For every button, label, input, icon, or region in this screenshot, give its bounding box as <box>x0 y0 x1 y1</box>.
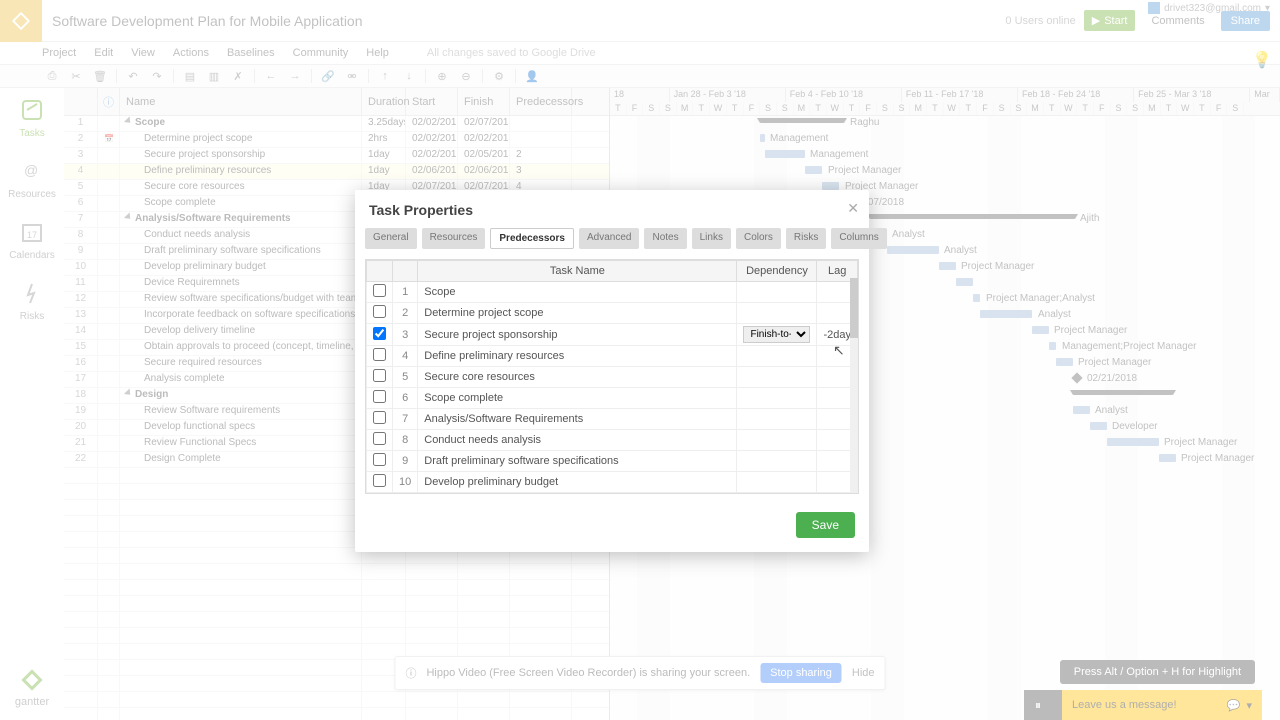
modal-tab-general[interactable]: General <box>365 228 417 249</box>
modal-tab-links[interactable]: Links <box>692 228 731 249</box>
cursor-icon: ↖ <box>833 342 845 359</box>
col-dep: Dependency <box>737 261 817 282</box>
modal-tab-predecessors[interactable]: Predecessors <box>490 228 574 249</box>
row-checkbox[interactable] <box>373 474 386 487</box>
row-checkbox[interactable] <box>373 432 386 445</box>
predecessor-row[interactable]: 7 Analysis/Software Requirements <box>367 409 858 430</box>
modal-tab-columns[interactable]: Columns <box>831 228 886 249</box>
modal-tab-resources[interactable]: Resources <box>422 228 486 249</box>
dependency-select[interactable]: Finish-to-Start <box>743 326 810 343</box>
modal-tab-advanced[interactable]: Advanced <box>579 228 639 249</box>
modal-tab-risks[interactable]: Risks <box>786 228 826 249</box>
modal-tab-notes[interactable]: Notes <box>644 228 686 249</box>
modal-scrollbar[interactable] <box>850 278 858 493</box>
modal-close-button[interactable]: ✕ <box>847 200 859 217</box>
predecessor-row[interactable]: 5 Secure core resources <box>367 367 858 388</box>
predecessor-row[interactable]: 3 Secure project sponsorship Finish-to-S… <box>367 324 858 346</box>
predecessors-table: Task Name Dependency Lag 1 Scope 2 Deter… <box>366 260 858 493</box>
predecessor-row[interactable]: 9 Draft preliminary software specificati… <box>367 451 858 472</box>
predecessor-row[interactable]: 8 Conduct needs analysis <box>367 430 858 451</box>
predecessor-row[interactable]: 10 Develop preliminary budget <box>367 472 858 493</box>
row-checkbox[interactable] <box>373 305 386 318</box>
predecessor-row[interactable]: 2 Determine project scope <box>367 303 858 324</box>
modal-tab-colors[interactable]: Colors <box>736 228 781 249</box>
row-checkbox[interactable] <box>373 390 386 403</box>
row-checkbox[interactable] <box>373 369 386 382</box>
col-check <box>367 261 393 282</box>
row-checkbox[interactable] <box>373 327 386 340</box>
save-button[interactable]: Save <box>796 512 855 538</box>
modal-title: Task Properties <box>355 190 869 228</box>
task-properties-modal: Task Properties ✕ GeneralResourcesPredec… <box>355 190 869 552</box>
row-checkbox[interactable] <box>373 348 386 361</box>
col-taskname: Task Name <box>418 261 737 282</box>
predecessor-row[interactable]: 6 Scope complete <box>367 388 858 409</box>
predecessor-row[interactable]: 1 Scope <box>367 282 858 303</box>
row-checkbox[interactable] <box>373 284 386 297</box>
col-num <box>393 261 418 282</box>
predecessor-row[interactable]: 4 Define preliminary resources <box>367 346 858 367</box>
row-checkbox[interactable] <box>373 411 386 424</box>
row-checkbox[interactable] <box>373 453 386 466</box>
